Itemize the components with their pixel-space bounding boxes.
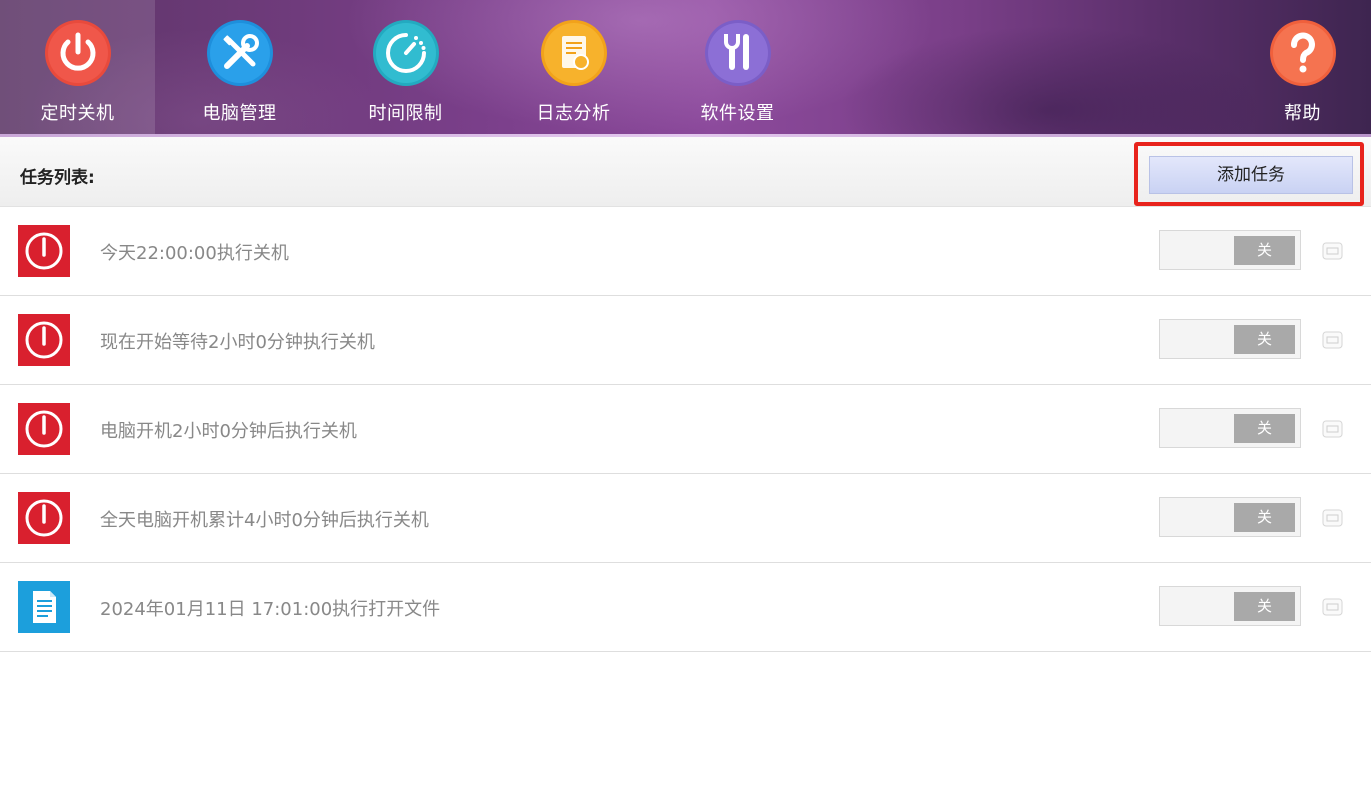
task-row[interactable]: 电脑开机2小时0分钟后执行关机 关 <box>0 385 1371 474</box>
task-description: 全天电脑开机累计4小时0分钟后执行关机 <box>100 510 429 531</box>
task-description: 今天22:00:00执行关机 <box>100 243 289 264</box>
timer-icon <box>372 20 439 86</box>
nav-label: 定时关机 <box>40 103 115 124</box>
edit-icon[interactable] <box>1322 242 1343 260</box>
nav-item-log-analysis[interactable]: 日志分析 <box>496 0 651 137</box>
document-icon <box>18 581 70 633</box>
edit-icon[interactable] <box>1322 331 1343 349</box>
tools-icon <box>206 20 273 86</box>
toggle-state-label: 关 <box>1234 503 1295 532</box>
nav-item-software-settings[interactable]: 软件设置 <box>660 0 815 137</box>
nav-label: 时间限制 <box>368 103 443 124</box>
nav-label: 电脑管理 <box>202 103 277 124</box>
nav-label: 日志分析 <box>536 103 611 124</box>
task-row[interactable]: 今天22:00:00执行关机 关 <box>0 207 1371 296</box>
nav-label: 帮助 <box>1284 103 1321 124</box>
shutdown-icon <box>18 225 70 277</box>
task-toggle[interactable]: 关 <box>1159 497 1301 537</box>
nav-item-timed-shutdown[interactable]: 定时关机 <box>0 0 155 137</box>
log-icon <box>540 20 607 86</box>
add-task-button[interactable]: 添加任务 <box>1149 156 1353 194</box>
power-icon <box>44 20 111 86</box>
nav-item-time-limit[interactable]: 时间限制 <box>328 0 483 137</box>
toggle-state-label: 关 <box>1234 414 1295 443</box>
top-nav: 定时关机 电脑管理 时间限制 日志分析 软件设置 帮助 <box>0 0 1371 137</box>
task-list: 今天22:00:00执行关机 关 现在开始等待2小时0分钟执行关机 关 电脑开机… <box>0 207 1371 652</box>
task-row[interactable]: 2024年01月11日 17:01:00执行打开文件 关 <box>0 563 1371 652</box>
edit-icon[interactable] <box>1322 420 1343 438</box>
nav-item-help[interactable]: 帮助 <box>1225 0 1371 137</box>
task-toggle[interactable]: 关 <box>1159 319 1301 359</box>
task-toggle[interactable]: 关 <box>1159 230 1301 270</box>
shutdown-icon <box>18 403 70 455</box>
task-toggle[interactable]: 关 <box>1159 586 1301 626</box>
help-icon <box>1269 20 1336 86</box>
settings-icon <box>704 20 771 86</box>
edit-icon[interactable] <box>1322 509 1343 527</box>
task-list-header: 任务列表: 添加任务 <box>0 137 1371 207</box>
edit-icon[interactable] <box>1322 598 1343 616</box>
task-description: 电脑开机2小时0分钟后执行关机 <box>100 421 357 442</box>
task-description: 现在开始等待2小时0分钟执行关机 <box>100 332 375 353</box>
task-row[interactable]: 现在开始等待2小时0分钟执行关机 关 <box>0 296 1371 385</box>
nav-item-pc-management[interactable]: 电脑管理 <box>162 0 317 137</box>
add-task-highlight: 添加任务 <box>1134 142 1364 206</box>
shutdown-icon <box>18 492 70 544</box>
task-toggle[interactable]: 关 <box>1159 408 1301 448</box>
task-row[interactable]: 全天电脑开机累计4小时0分钟后执行关机 关 <box>0 474 1371 563</box>
toggle-state-label: 关 <box>1234 592 1295 621</box>
task-list-title: 任务列表: <box>20 168 95 188</box>
shutdown-icon <box>18 314 70 366</box>
task-description: 2024年01月11日 17:01:00执行打开文件 <box>100 599 441 620</box>
toggle-state-label: 关 <box>1234 325 1295 354</box>
nav-label: 软件设置 <box>700 103 775 124</box>
toggle-state-label: 关 <box>1234 236 1295 265</box>
